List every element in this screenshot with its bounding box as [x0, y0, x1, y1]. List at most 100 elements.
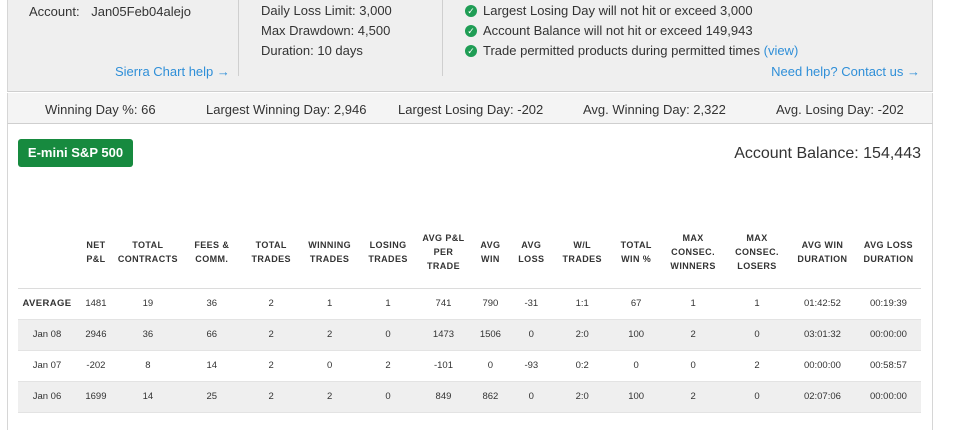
- row-label: Jan 07: [18, 350, 76, 382]
- rule-item: ✓ Account Balance will not hit or exceed…: [465, 21, 798, 41]
- table-cell: 0: [509, 381, 554, 413]
- table-cell: 01:42:52: [788, 288, 856, 320]
- column-header: TOTAL CONTRACTS: [115, 217, 180, 289]
- column-header: [18, 217, 76, 289]
- column-header: AVG WIN: [471, 217, 510, 289]
- max-drawdown: Max Drawdown: 4,500: [261, 23, 391, 38]
- largest-winning-day: Largest Winning Day: 2,946: [206, 102, 367, 117]
- column-header: MAX CONSEC. LOSERS: [725, 217, 789, 289]
- table-cell: 849: [415, 381, 472, 413]
- rules-list: ✓ Largest Losing Day will not hit or exc…: [465, 1, 798, 61]
- limits-list: Daily Loss Limit: 3,000 Max Drawdown: 4,…: [261, 1, 392, 61]
- table-cell: 2946: [75, 319, 116, 351]
- column-header: W/L TRADES: [553, 217, 612, 289]
- table-cell: 2: [243, 381, 299, 413]
- column-divider: [238, 0, 239, 76]
- table-cell: 2: [243, 288, 299, 320]
- table-cell: 0: [661, 350, 726, 382]
- table-cell: 36: [115, 319, 180, 351]
- product-button[interactable]: E-mini S&P 500: [18, 139, 133, 167]
- table-cell: 2: [360, 350, 416, 382]
- rule-text: Largest Losing Day will not hit or excee…: [483, 3, 753, 18]
- column-header: NET P&L: [75, 217, 116, 289]
- table-cell: 0: [725, 381, 789, 413]
- column-header: AVG WIN DURATION: [788, 217, 856, 289]
- check-icon: ✓: [465, 5, 477, 17]
- table-cell: 00:00:00: [788, 350, 856, 382]
- product-stats-section: E-mini S&P 500 Account Balance: 154,443 …: [7, 124, 933, 430]
- table-cell: 1:1: [553, 288, 612, 320]
- table-cell: 0: [298, 350, 361, 382]
- summary-stats-bar: Winning Day %: 66 Largest Winning Day: 2…: [7, 93, 933, 124]
- table-cell: 36: [179, 288, 244, 320]
- column-header: TOTAL WIN %: [611, 217, 662, 289]
- table-cell: -93: [509, 350, 554, 382]
- average-row: AVERAGE 1481 19 36 2 1 1 741 790 -31 1:1 67 1 1 01:42:…: [18, 288, 921, 320]
- table-cell: 100: [611, 381, 662, 413]
- table-cell: 1473: [415, 319, 472, 351]
- table-header-row: NET P&L TOTAL CONTRACTS FEES & COMM. TOTAL …: [18, 217, 921, 289]
- table-cell: 2: [243, 319, 299, 351]
- row-label: AVERAGE: [18, 288, 76, 320]
- avg-losing-day: Avg. Losing Day: -202: [776, 102, 904, 117]
- table-row: Jan 08 2946 36 66 2 2 0 1473 1506 0 2:0 100 2 0 03:01:…: [18, 319, 921, 351]
- rule-item: ✓ Largest Losing Day will not hit or exc…: [465, 1, 798, 21]
- table-cell: 2:0: [553, 381, 612, 413]
- column-header: FEES & COMM.: [179, 217, 244, 289]
- column-divider: [442, 0, 443, 76]
- table-cell: 00:58:57: [855, 350, 921, 382]
- column-header: TOTAL TRADES: [243, 217, 299, 289]
- table-cell: 03:01:32: [788, 319, 856, 351]
- table-cell: 19: [115, 288, 180, 320]
- winning-day-pct: Winning Day %: 66: [45, 102, 156, 117]
- rule-text: Trade permitted products during permitte…: [483, 43, 760, 58]
- column-header: AVG P&L PER TRADE: [415, 217, 472, 289]
- table-cell: -202: [75, 350, 116, 382]
- table-cell: 25: [179, 381, 244, 413]
- table-cell: 1: [298, 288, 361, 320]
- table-row: Jan 06 1699 14 25 2 2 0 849 862 0 2:0 100 2 0 02:07:06…: [18, 381, 921, 413]
- check-icon: ✓: [465, 25, 477, 37]
- daily-stats-table: NET P&L TOTAL CONTRACTS FEES & COMM. TOTAL …: [18, 217, 921, 413]
- table-cell: 0: [611, 350, 662, 382]
- daily-loss-limit: Daily Loss Limit: 3,000: [261, 3, 392, 18]
- table-cell: 00:19:39: [855, 288, 921, 320]
- table-cell: 0: [471, 350, 510, 382]
- table-cell: 1699: [75, 381, 116, 413]
- table-cell: -31: [509, 288, 554, 320]
- table-cell: 1: [360, 288, 416, 320]
- table-cell: 2: [243, 350, 299, 382]
- account-id: Jan05Feb04alejo: [91, 4, 191, 19]
- table-cell: 0: [725, 319, 789, 351]
- contact-us-link[interactable]: Need help? Contact us →: [771, 64, 920, 79]
- table-cell: 2: [298, 319, 361, 351]
- account-summary-panel: Account: Jan05Feb04alejo Sierra Chart he…: [7, 0, 933, 92]
- table-cell: 1506: [471, 319, 510, 351]
- row-label: Jan 08: [18, 319, 76, 351]
- table-row: Jan 07 -202 8 14 2 0 2 -101 0 -93 0:2 0 0 2 00:00:00 00…: [18, 350, 921, 382]
- table-cell: 02:07:06: [788, 381, 856, 413]
- rule-item: ✓ Trade permitted products during permit…: [465, 41, 798, 61]
- duration: Duration: 10 days: [261, 43, 363, 58]
- table-cell: 67: [611, 288, 662, 320]
- account-info: Account: Jan05Feb04alejo: [29, 4, 199, 19]
- table-cell: 741: [415, 288, 472, 320]
- view-products-link[interactable]: (view): [764, 41, 799, 61]
- column-header: AVG LOSS DURATION: [855, 217, 921, 289]
- table-cell: 2: [661, 319, 726, 351]
- table-cell: 2: [661, 381, 726, 413]
- table-cell: 790: [471, 288, 510, 320]
- table-cell: 00:00:00: [855, 381, 921, 413]
- column-header: LOSING TRADES: [360, 217, 416, 289]
- table-cell: 100: [611, 319, 662, 351]
- account-balance: Account Balance: 154,443: [734, 145, 921, 162]
- sierra-chart-help-link[interactable]: Sierra Chart help →: [115, 64, 230, 79]
- table-cell: 2:0: [553, 319, 612, 351]
- table-cell: 1: [661, 288, 726, 320]
- check-icon: ✓: [465, 45, 477, 57]
- row-label: Jan 06: [18, 381, 76, 413]
- rule-text: Account Balance will not hit or exceed 1…: [483, 23, 753, 38]
- largest-losing-day: Largest Losing Day: -202: [398, 102, 544, 117]
- table-cell: 14: [115, 381, 180, 413]
- column-header: MAX CONSEC. WINNERS: [661, 217, 726, 289]
